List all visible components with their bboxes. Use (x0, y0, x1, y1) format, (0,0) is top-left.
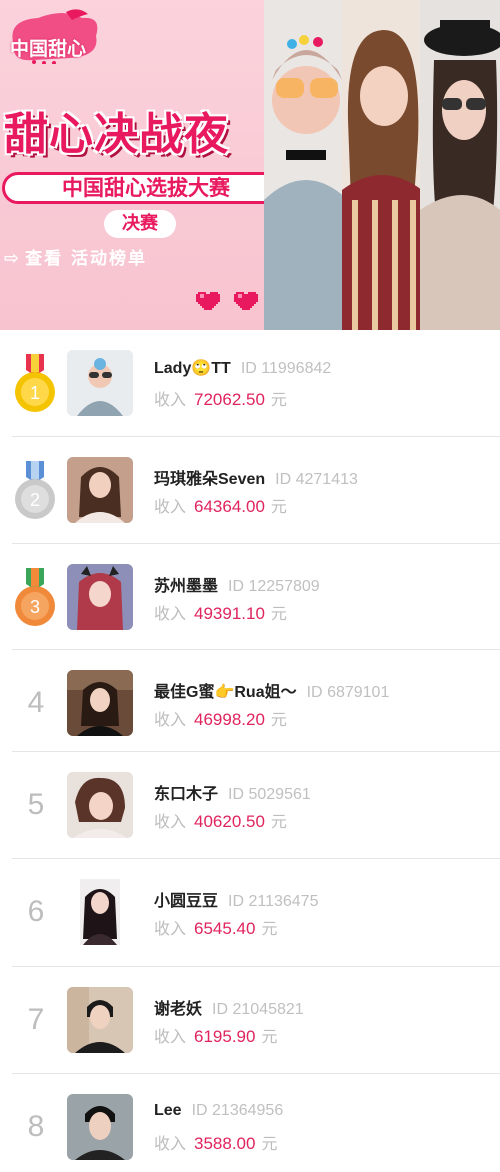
leaderboard-row[interactable]: 8 Lee ID 21364956 收入 3588.00 元 (12, 1074, 500, 1172)
income-amount: 6195.90 (194, 1027, 256, 1046)
user-name[interactable]: Lee (154, 1102, 182, 1119)
leaderboard-row[interactable]: 5 东口木子 ID 5029561 收入 40620.50 元 (12, 752, 500, 859)
event-subtitle: 中国甜心选拔大赛 (2, 172, 290, 204)
event-banner[interactable]: 中国甜心 甜心决战夜 中国甜心选拔大赛 决赛 ⇨ 查看 活动榜单 (0, 0, 500, 330)
event-title: 甜心决战夜 (4, 109, 229, 160)
user-name[interactable]: Lady🙄TT (154, 360, 231, 377)
user-id: ID 6879101 (306, 684, 390, 701)
income-amount: 40620.50 (194, 812, 265, 831)
avatar[interactable] (67, 772, 133, 838)
contestant-photo (264, 0, 348, 330)
income-label: 收入 (154, 1136, 187, 1153)
view-leaderboard-link[interactable]: ⇨ 查看 活动榜单 (4, 244, 147, 269)
bronze-medal-icon: 3 (15, 568, 55, 626)
user-name[interactable]: 苏州墨墨 (154, 578, 218, 595)
user-id: ID 11996842 (240, 360, 332, 377)
heart-icon (234, 292, 258, 310)
income-amount: 46998.20 (194, 710, 265, 729)
avatar[interactable] (67, 457, 133, 523)
heart-icon (196, 292, 220, 310)
final-badge: 决赛 (104, 210, 176, 238)
currency-unit: 元 (270, 814, 287, 831)
income-label: 收入 (154, 1029, 187, 1046)
rank-number: 4 (27, 686, 45, 719)
currency-unit: 元 (270, 606, 287, 623)
leaderboard-row[interactable]: 1 Lady🙄TT ID 11996842 收入 72062.50 元 (12, 330, 500, 437)
leaderboard-row[interactable]: 2 玛琪雅朵Seven ID 4271413 收入 64364.00 元 (12, 437, 500, 544)
avatar[interactable] (67, 1094, 133, 1160)
rank-number: 6 (27, 895, 45, 928)
currency-unit: 元 (261, 1029, 278, 1046)
user-name[interactable]: 小圆豆豆 (154, 893, 218, 910)
avatar[interactable] (67, 879, 133, 945)
currency-unit: 元 (270, 392, 287, 409)
user-id: ID 21136475 (228, 893, 319, 910)
gold-medal-icon: 1 (15, 354, 55, 412)
rank-number: 7 (27, 1003, 45, 1036)
silver-medal-icon: 2 (15, 461, 55, 519)
currency-unit: 元 (270, 712, 287, 729)
rank-number: 8 (27, 1110, 45, 1143)
currency-unit: 元 (270, 499, 287, 516)
income-label: 收入 (154, 392, 187, 409)
medal-rank: 1 (30, 383, 40, 403)
avatar[interactable] (67, 350, 133, 416)
user-id: ID 12257809 (228, 578, 320, 595)
medal-rank: 3 (30, 597, 40, 617)
income-amount: 49391.10 (194, 604, 265, 623)
income-amount: 3588.00 (194, 1134, 256, 1153)
user-name[interactable]: 谢老妖 (154, 1001, 202, 1018)
income-label: 收入 (154, 712, 187, 729)
leaderboard-row[interactable]: 7 谢老妖 ID 21045821 收入 6195.90 元 (12, 967, 500, 1074)
leaderboard-row[interactable]: 3 苏州墨墨 ID 12257809 收入 49391.10 元 (12, 544, 500, 650)
view-link-label: 查看 活动榜单 (25, 249, 148, 269)
brand-logo: 中国甜心 (4, 6, 104, 65)
logo-text: 中国甜心 (10, 38, 87, 60)
user-name[interactable]: 玛琪雅朵Seven (154, 471, 265, 488)
avatar[interactable] (67, 564, 133, 630)
user-id: ID 4271413 (275, 471, 358, 488)
income-label: 收入 (154, 606, 187, 623)
user-id: ID 5029561 (228, 786, 311, 803)
rank-number: 5 (27, 788, 45, 821)
income-amount: 6545.40 (194, 919, 256, 938)
user-id: ID 21045821 (212, 1001, 304, 1018)
avatar[interactable] (67, 987, 133, 1053)
income-label: 收入 (154, 814, 187, 831)
currency-unit: 元 (261, 921, 278, 938)
user-name[interactable]: 最佳G蜜👉Rua姐～ (154, 684, 297, 701)
income-label: 收入 (154, 499, 187, 516)
contestant-photo (420, 0, 500, 330)
user-id: ID 21364956 (191, 1102, 284, 1119)
medal-rank: 2 (30, 490, 40, 510)
income-label: 收入 (154, 921, 187, 938)
avatar[interactable] (67, 670, 133, 736)
arrow-right-icon: ⇨ (4, 248, 22, 269)
currency-unit: 元 (261, 1136, 278, 1153)
income-amount: 72062.50 (194, 390, 265, 409)
user-name[interactable]: 东口木子 (154, 786, 218, 803)
income-amount: 64364.00 (194, 497, 265, 516)
leaderboard-row[interactable]: 6 小圆豆豆 ID 21136475 收入 6545.40 元 (12, 859, 500, 967)
contestant-photo (342, 0, 422, 330)
leaderboard-row[interactable]: 4 最佳G蜜👉Rua姐～ ID 6879101 收入 46998.20 元 (12, 650, 500, 752)
